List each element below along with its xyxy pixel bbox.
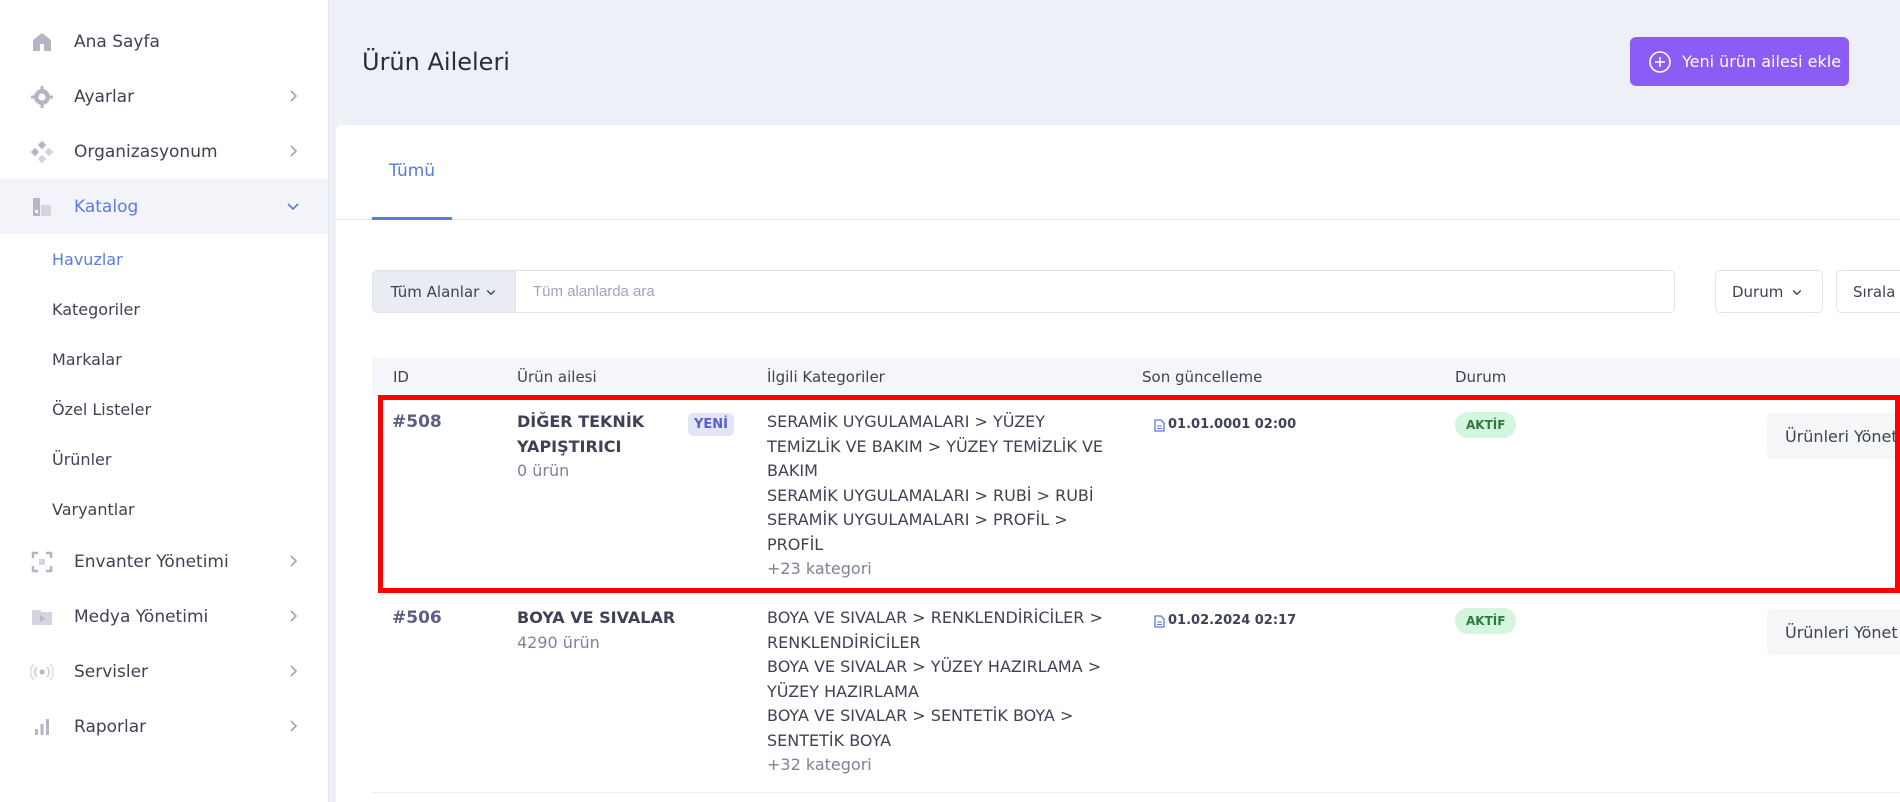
- sidebar-subitem-urunler[interactable]: Ürünler: [52, 450, 111, 469]
- category-path: YÜZEY HAZIRLAMA: [767, 681, 919, 701]
- chevron-right-icon: [290, 145, 298, 157]
- sort-dropdown[interactable]: Sırala: [1836, 270, 1900, 313]
- last-updated: 01.01.0001 02:00: [1154, 413, 1296, 438]
- status-badge: AKTİF: [1455, 412, 1517, 438]
- chevron-right-icon: [290, 555, 298, 567]
- page-title: Ürün Aileleri: [362, 48, 510, 76]
- product-family-name: BOYA VE SIVALAR: [517, 608, 676, 627]
- document-icon: [1154, 615, 1165, 628]
- more-categories-link[interactable]: +23 kategori: [767, 557, 1127, 582]
- add-product-family-button[interactable]: Yeni ürün ailesi ekle: [1630, 37, 1849, 86]
- sidebar-subitem-kategoriler[interactable]: Kategoriler: [52, 300, 140, 319]
- services-icon: [29, 659, 55, 685]
- chevron-down-icon: [287, 203, 299, 211]
- category-path: SERAMİK UYGULAMALARI > YÜZEY: [767, 412, 1046, 431]
- column-header-id: ID: [393, 368, 409, 386]
- product-family-name: DİĞER TEKNİK: [517, 412, 645, 431]
- category-path: SERAMİK UYGULAMALARI > RUBİ > RUBİ: [767, 485, 1094, 505]
- status-filter-dropdown[interactable]: Durum: [1715, 270, 1823, 313]
- category-path: BOYA VE SIVALAR > SENTETİK BOYA >: [767, 706, 1074, 725]
- row-id: #506: [392, 608, 442, 628]
- document-icon: [1154, 419, 1165, 432]
- sidebar-item-label: Medya Yönetimi: [74, 606, 209, 627]
- column-header-updated: Son güncelleme: [1142, 368, 1263, 386]
- chevron-right-icon: [290, 665, 298, 677]
- sidebar-subitem-markalar[interactable]: Markalar: [52, 350, 122, 369]
- sidebar-item-label: Raporlar: [74, 716, 147, 737]
- sidebar-item-media[interactable]: Medya Yönetimi: [0, 589, 328, 644]
- category-path: BAKIM: [767, 461, 818, 480]
- manage-products-button[interactable]: Ürünleri Yönet: [1767, 609, 1900, 655]
- last-updated-value: 01.01.0001 02:00: [1168, 417, 1297, 432]
- table-header: ID Ürün ailesi İlgili Kategoriler Son gü…: [372, 358, 1900, 396]
- sidebar-item-label: Ana Sayfa: [74, 31, 160, 52]
- sidebar-item-label: Servisler: [74, 661, 149, 682]
- plus-circle-icon: [1649, 50, 1671, 73]
- category-path: BOYA VE SIVALAR > RENKLENDİRİCİLER >: [767, 608, 1103, 627]
- category-path: RENKLENDİRİCİLER: [767, 632, 921, 652]
- tab-all[interactable]: Tümü: [372, 125, 452, 220]
- chevron-right-icon: [290, 610, 298, 622]
- home-icon: [29, 29, 55, 55]
- category-path: SENTETİK BOYA: [767, 730, 892, 750]
- sort-label: Sırala: [1853, 282, 1896, 301]
- column-header-status: Durum: [1455, 368, 1507, 386]
- sidebar-item-label: Ayarlar: [74, 86, 135, 107]
- sidebar-item-organization[interactable]: Organizasyonum: [0, 124, 328, 179]
- related-categories: BOYA VE SIVALAR > RENKLENDİRİCİLER > REN…: [767, 606, 1127, 778]
- chevron-down-icon: [1793, 289, 1802, 295]
- category-path: SERAMİK UYGULAMALARI > PROFİL >: [767, 510, 1068, 529]
- new-badge: YENİ: [688, 413, 735, 436]
- product-count: 4290 ürün: [517, 632, 600, 652]
- sidebar-item-reports[interactable]: Raporlar: [0, 699, 328, 754]
- category-path: BOYA VE SIVALAR > YÜZEY HAZIRLAMA >: [767, 657, 1102, 676]
- sidebar-item-settings[interactable]: Ayarlar: [0, 69, 328, 124]
- product-count: 0 ürün: [517, 461, 570, 480]
- media-folder-icon: [29, 604, 55, 630]
- sidebar-item-catalog[interactable]: Katalog: [0, 179, 328, 234]
- tab-bar: Tümü: [336, 125, 1900, 220]
- sidebar-subitem-varyantlar[interactable]: Varyantlar: [52, 500, 135, 519]
- table-row[interactable]: #506 BOYA VE SIVALAR 4290 ürün BOYA VE S…: [372, 606, 1900, 791]
- last-updated-value: 01.02.2024 02:17: [1168, 613, 1297, 628]
- inventory-icon: [29, 549, 55, 575]
- related-categories: SERAMİK UYGULAMALARI > YÜZEY TEMİZLİK VE…: [767, 410, 1127, 582]
- sidebar-item-inventory[interactable]: Envanter Yönetimi: [0, 534, 328, 589]
- sidebar-item-label: Organizasyonum: [74, 141, 218, 162]
- search-scope-dropdown[interactable]: Tüm Alanlar: [373, 271, 516, 312]
- add-button-label: Yeni ürün ailesi ekle: [1682, 52, 1842, 71]
- more-categories-link[interactable]: +32 kategori: [767, 753, 1127, 778]
- catalog-icon: [29, 194, 55, 220]
- sidebar-item-label: Envanter Yönetimi: [74, 551, 229, 572]
- category-path: PROFİL: [767, 534, 824, 554]
- sidebar-item-home[interactable]: Ana Sayfa: [0, 14, 328, 69]
- chevron-right-icon: [290, 90, 298, 102]
- gear-icon: [29, 84, 55, 110]
- search-scope-label: Tüm Alanlar: [390, 282, 480, 301]
- status-filter-label: Durum: [1732, 282, 1784, 301]
- search-group: Tüm Alanlar: [372, 270, 1675, 313]
- organization-icon: [29, 139, 55, 165]
- row-divider: [372, 792, 1900, 793]
- sidebar-subitem-havuzlar[interactable]: Havuzlar: [52, 250, 123, 269]
- sidebar-item-label: Katalog: [74, 196, 139, 217]
- column-header-categories: İlgili Kategoriler: [767, 368, 885, 386]
- sidebar-item-services[interactable]: Servisler: [0, 644, 328, 699]
- manage-products-button[interactable]: Ürünleri Yönet: [1767, 413, 1900, 459]
- category-path: TEMİZLİK VE BAKIM > YÜZEY TEMİZLİK VE: [767, 436, 1103, 456]
- status-badge: AKTİF: [1455, 608, 1517, 634]
- search-input[interactable]: [516, 271, 1674, 312]
- chevron-right-icon: [290, 720, 298, 732]
- table-row[interactable]: #508 DİĞER TEKNİK YAPIŞTIRICI 0 ürün YEN…: [372, 410, 1900, 595]
- product-family-name: YAPIŞTIRICI: [517, 436, 622, 456]
- reports-icon: [29, 714, 55, 740]
- chevron-down-icon: [487, 289, 496, 295]
- row-id: #508: [392, 412, 442, 432]
- sidebar-subitem-ozel-listeler[interactable]: Özel Listeler: [52, 400, 151, 419]
- last-updated: 01.02.2024 02:17: [1154, 609, 1296, 634]
- column-header-family: Ürün ailesi: [517, 368, 597, 386]
- sidebar: Ana Sayfa Ayarlar Organizasyonum Katalog…: [0, 0, 329, 802]
